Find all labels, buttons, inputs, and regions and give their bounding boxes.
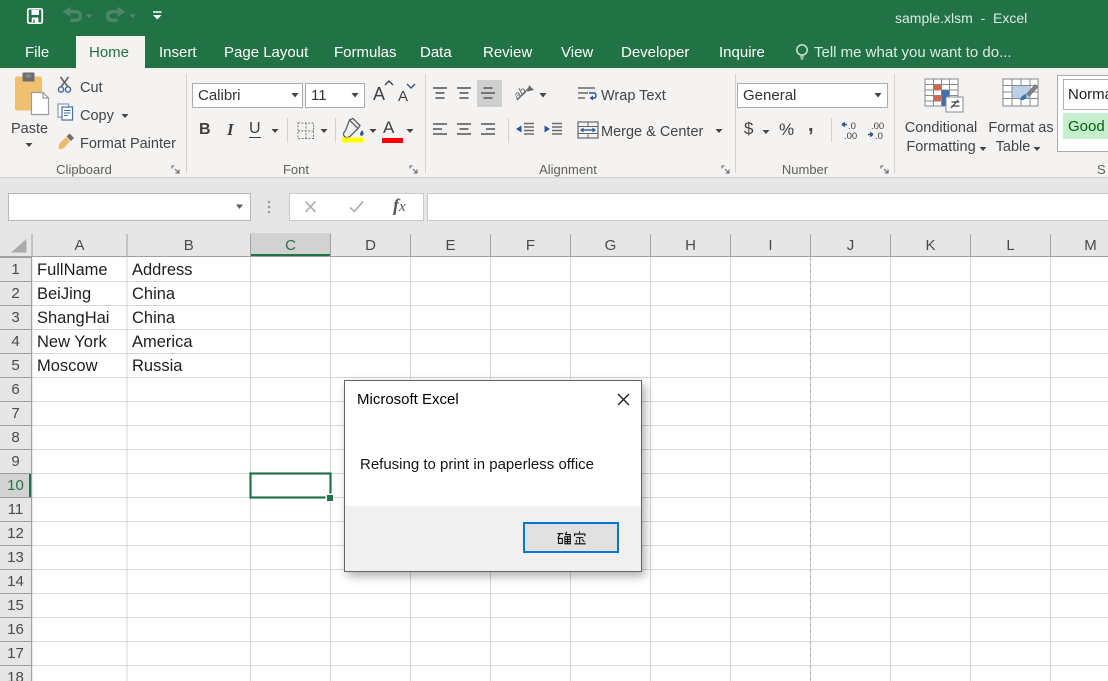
svg-text:.0: .0 [875, 131, 883, 141]
svg-text:ab: ab [514, 85, 529, 102]
svg-text:.00: .00 [844, 131, 857, 141]
